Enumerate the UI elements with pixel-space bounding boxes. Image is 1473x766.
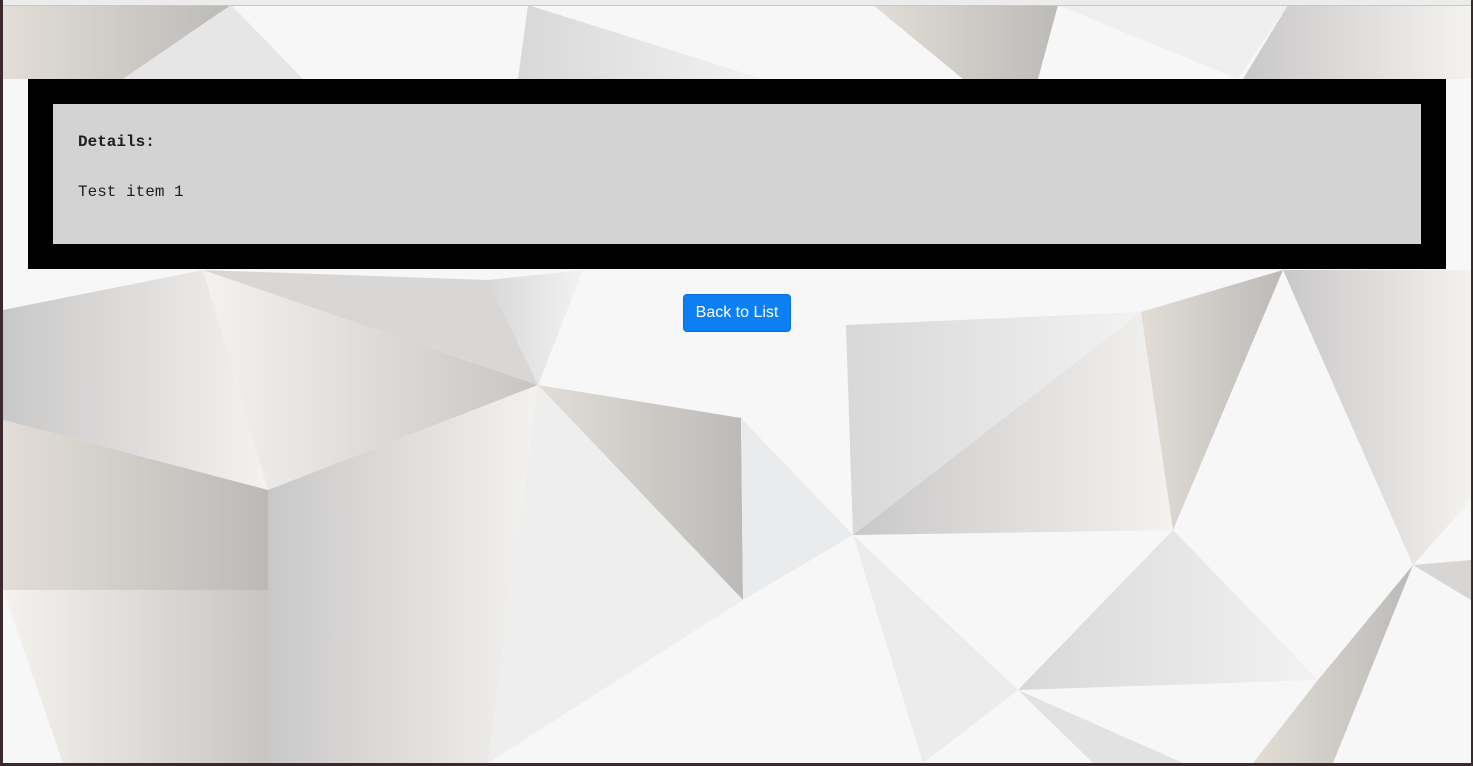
details-heading: Details: <box>78 133 155 151</box>
details-text: Test item 1 <box>78 183 184 201</box>
browser-top-edge <box>3 0 1471 6</box>
back-to-list-button[interactable]: Back to List <box>683 294 791 332</box>
details-content: Details: Test item 1 <box>53 104 1421 244</box>
page-viewport: Details: Test item 1 Back to List <box>3 0 1471 763</box>
details-panel: Details: Test item 1 <box>28 79 1446 269</box>
